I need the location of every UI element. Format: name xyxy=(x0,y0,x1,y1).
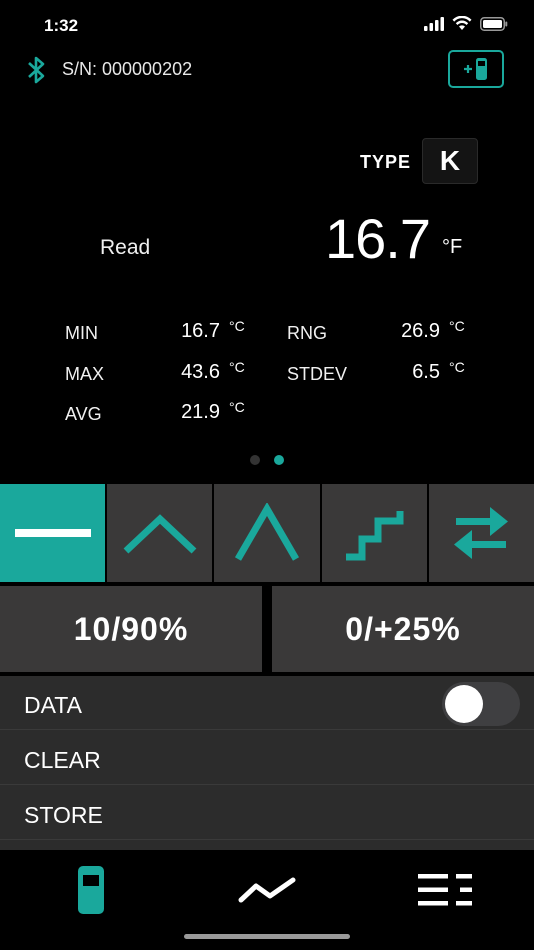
data-label: DATA xyxy=(24,692,82,718)
wifi-icon xyxy=(452,16,472,30)
percent-0-25-button[interactable]: 0/+25% xyxy=(272,586,534,672)
trend-icon xyxy=(238,877,296,903)
tab-menu[interactable] xyxy=(386,858,506,922)
rng-unit: °C xyxy=(449,318,465,334)
mode-label: Read xyxy=(100,236,151,259)
rng-value: 26.9 xyxy=(401,320,440,342)
menu-list-icon xyxy=(418,874,472,906)
constant-line-icon xyxy=(14,529,91,537)
tab-trend[interactable] xyxy=(207,858,327,922)
status-icons xyxy=(424,16,508,31)
device-icon xyxy=(78,866,104,914)
min-value: 16.7 xyxy=(181,320,220,342)
percent-10-90-button[interactable]: 10/90% xyxy=(0,586,262,672)
stdev-unit: °C xyxy=(449,359,465,375)
store-label: STORE xyxy=(24,802,103,828)
waveform-peak-button[interactable] xyxy=(214,484,320,582)
add-device-button[interactable] xyxy=(448,50,504,88)
triangle-wave-icon xyxy=(123,514,197,554)
waveform-step-button[interactable] xyxy=(321,484,427,582)
step-wave-icon xyxy=(346,511,404,561)
stdev-value: 6.5 xyxy=(412,361,440,383)
bluetooth-icon xyxy=(28,56,45,84)
add-device-icon xyxy=(464,58,487,80)
rng-label: RNG xyxy=(287,323,327,343)
waveform-constant-button[interactable] xyxy=(0,484,106,582)
reading-unit: °F xyxy=(442,236,463,258)
page-dot-2[interactable] xyxy=(274,455,284,465)
toggle-knob xyxy=(445,685,483,723)
serial-number: S/N: 000000202 xyxy=(62,59,193,79)
type-label: TYPE xyxy=(360,152,412,172)
min-label: MIN xyxy=(65,323,98,343)
home-indicator[interactable] xyxy=(184,934,350,939)
peak-wave-icon xyxy=(234,503,300,561)
min-unit: °C xyxy=(229,318,245,334)
battery-icon xyxy=(480,16,508,31)
cellular-signal-icon xyxy=(424,16,444,31)
swap-arrows-icon xyxy=(454,507,509,559)
type-selector[interactable]: K xyxy=(422,138,478,184)
avg-unit: °C xyxy=(229,399,245,415)
list-item-store[interactable]: STORE xyxy=(0,786,534,840)
waveform-triangle-button[interactable] xyxy=(107,484,213,582)
waveform-swap-button[interactable] xyxy=(428,484,534,582)
stdev-label: STDEV xyxy=(287,364,348,384)
max-label: MAX xyxy=(65,364,105,384)
action-list: DATA CLEAR STORE xyxy=(0,676,534,850)
reading-value: 16.7 xyxy=(325,207,431,270)
tab-device[interactable] xyxy=(31,858,151,922)
max-value: 43.6 xyxy=(181,361,220,383)
status-bar: 1:32 xyxy=(0,0,534,50)
device-bar: S/N: 000000202 xyxy=(0,50,534,90)
page-indicator[interactable] xyxy=(250,455,284,465)
data-toggle[interactable] xyxy=(442,682,520,726)
clear-label: CLEAR xyxy=(24,747,101,773)
avg-label: AVG xyxy=(65,404,102,424)
list-item-data: DATA xyxy=(0,676,534,730)
waveform-selector xyxy=(0,484,534,582)
max-unit: °C xyxy=(229,359,245,375)
list-item-clear[interactable]: CLEAR xyxy=(0,731,534,785)
percent-buttons: 10/90% 0/+25% xyxy=(0,586,534,672)
page-dot-1[interactable] xyxy=(250,455,260,465)
status-time: 1:32 xyxy=(44,16,79,35)
avg-value: 21.9 xyxy=(181,401,220,423)
